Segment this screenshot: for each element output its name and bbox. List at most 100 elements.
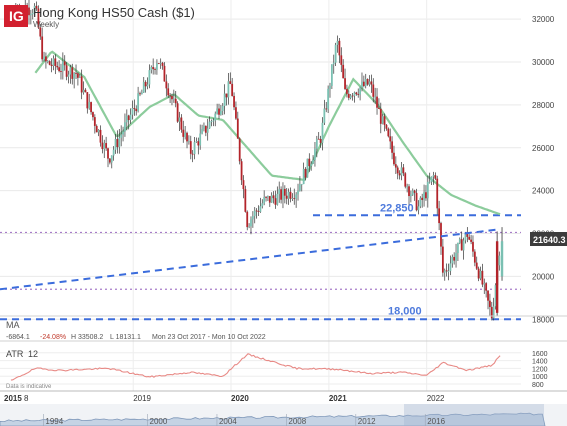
candle-up — [332, 62, 335, 65]
candle-up — [124, 122, 126, 132]
candle-down — [257, 211, 260, 212]
candle-down — [116, 139, 119, 148]
price-tick-label: 18000 — [532, 315, 555, 324]
candle-up — [321, 122, 324, 143]
candle-down — [490, 306, 493, 319]
candle-down — [197, 141, 200, 146]
candle-down — [176, 103, 179, 122]
candle-down — [485, 283, 488, 291]
candle-up — [483, 283, 486, 285]
candle-up — [430, 176, 433, 182]
candle-up — [278, 189, 281, 194]
ma-indicator-label[interactable]: MA — [6, 320, 20, 330]
candle-up — [103, 143, 106, 150]
candle-down — [165, 81, 168, 89]
candle-down — [65, 65, 68, 77]
candle-down — [425, 192, 427, 199]
candle-up — [206, 128, 209, 133]
candle-up — [78, 76, 81, 78]
candle-up — [61, 61, 64, 72]
candle-down — [340, 55, 343, 65]
stat-high: H 33508.2 — [71, 334, 103, 341]
candle-up — [364, 79, 367, 86]
candle-down — [235, 107, 237, 119]
atr-tick-label: 1200 — [532, 366, 548, 373]
candle-down — [440, 223, 442, 247]
candle-down — [152, 67, 155, 70]
atr-y-axis: 8001000120014001600 — [532, 351, 548, 389]
candle-down — [285, 195, 288, 199]
navigator-tick-label: 2000 — [150, 417, 168, 426]
candle-up — [129, 114, 132, 121]
candle-up — [67, 74, 70, 77]
candle-down — [231, 83, 234, 96]
candle-down — [376, 96, 378, 108]
atr-label[interactable]: ATR — [6, 349, 24, 359]
last-price-value: 21640.3 — [533, 235, 566, 245]
stat-low: L 18131.1 — [110, 334, 141, 341]
candle-up — [52, 58, 55, 66]
candle-up — [426, 181, 429, 199]
candle-down — [355, 92, 358, 95]
candle-down — [99, 129, 102, 143]
candle-up — [323, 108, 326, 123]
candle-down — [347, 93, 350, 98]
candle-up — [82, 89, 85, 93]
candle-down — [244, 189, 247, 212]
candle-down — [468, 236, 471, 240]
candle-down — [460, 239, 463, 251]
candle-down — [396, 167, 399, 174]
time-tick-label: 2015 — [4, 394, 22, 403]
stat-range: Mon 23 Oct 2017 - Mon 10 Oct 2022 — [152, 334, 266, 341]
candle-up — [210, 121, 213, 122]
candle-up — [131, 107, 134, 115]
candle-down — [393, 152, 395, 165]
candle-up — [295, 194, 298, 199]
candle-down — [362, 81, 365, 86]
candle-up — [449, 263, 452, 272]
candle-down — [470, 239, 472, 242]
candle-down — [472, 241, 474, 252]
candle-up — [150, 67, 153, 71]
candle-up — [140, 92, 143, 95]
candle-up — [406, 186, 409, 188]
candle-up — [428, 181, 431, 183]
candle-up — [381, 116, 384, 124]
candle-up — [212, 120, 215, 122]
candle-down — [283, 188, 286, 196]
atr-tick-label: 1000 — [532, 374, 548, 381]
support-trendline — [0, 228, 501, 291]
candle-down — [189, 141, 192, 154]
price-tick-label: 28000 — [532, 101, 555, 110]
candle-down — [229, 81, 232, 84]
candle-up — [310, 163, 313, 167]
candle-down — [236, 118, 239, 139]
candle-up — [118, 137, 121, 148]
candle-up — [261, 203, 264, 207]
candle-up — [447, 271, 450, 272]
candle-down — [56, 65, 59, 68]
candle-down — [191, 153, 194, 155]
candle-down — [438, 208, 441, 224]
navigator-tick-label: 2016 — [427, 417, 445, 426]
candle-down — [436, 178, 439, 209]
candle-down — [139, 93, 141, 95]
candle-down — [445, 270, 448, 272]
candle-down — [398, 173, 401, 176]
candle-up — [122, 131, 124, 135]
candle-down — [475, 262, 478, 269]
candle-up — [315, 138, 318, 149]
candle-up — [479, 270, 482, 279]
candle-up — [327, 88, 330, 110]
candle-down — [204, 125, 207, 133]
candle-up — [270, 195, 273, 203]
candle-down — [421, 197, 424, 201]
candle-up — [462, 240, 465, 251]
time-tick-label: 2019 — [133, 394, 151, 403]
candle-up — [330, 64, 333, 86]
candle-down — [487, 290, 489, 301]
candle-down — [54, 58, 57, 66]
candle-up — [29, 14, 32, 16]
candle-up — [457, 242, 459, 253]
candle-up — [203, 125, 205, 130]
